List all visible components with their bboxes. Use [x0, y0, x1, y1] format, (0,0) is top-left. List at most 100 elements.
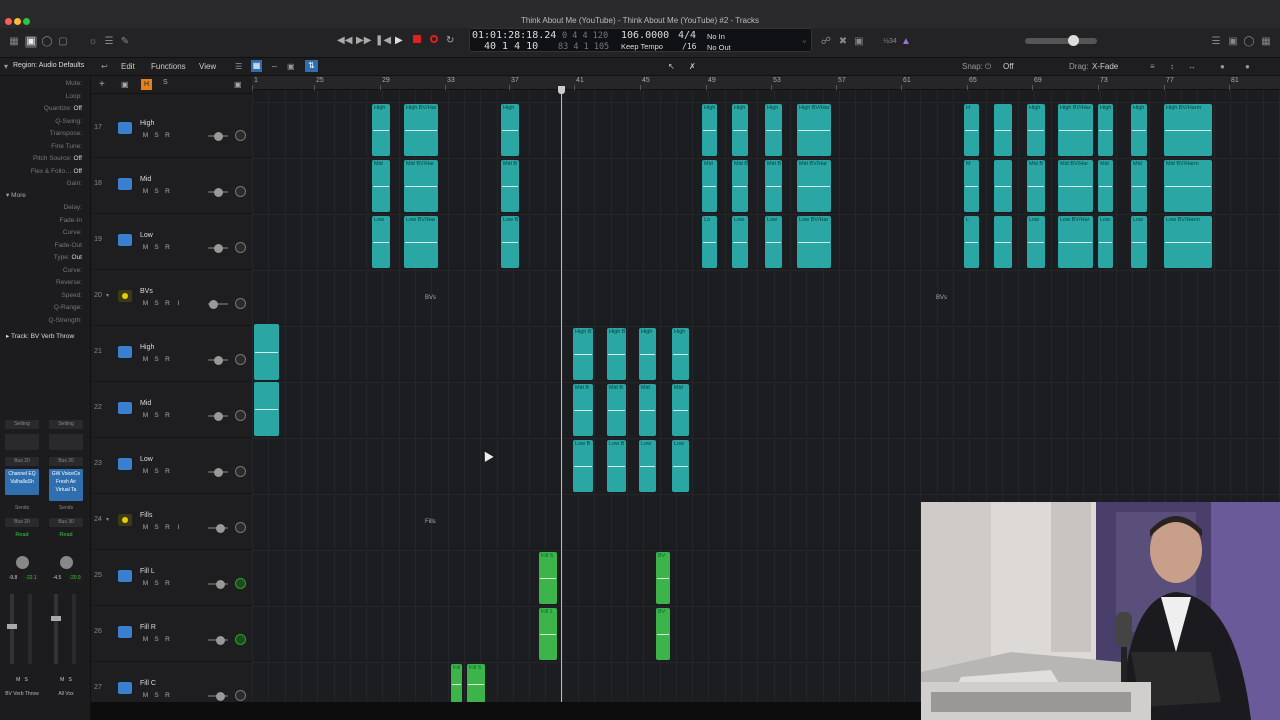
- lcd-signature[interactable]: 4/4: [678, 30, 696, 41]
- notepad-icon[interactable]: ▣: [1227, 36, 1239, 48]
- audio-region[interactable]: Low: [732, 216, 748, 268]
- rewind-button[interactable]: ◀◀: [337, 35, 352, 47]
- pan-knob[interactable]: [235, 242, 246, 253]
- solo-button[interactable]: S: [152, 412, 161, 420]
- smart-controls-icon[interactable]: ☼: [87, 36, 99, 48]
- audio-region[interactable]: High BV/Har: [404, 104, 438, 156]
- audio-region[interactable]: Mid: [639, 384, 656, 436]
- pan-knob[interactable]: [16, 556, 29, 569]
- marquee-tool-icon[interactable]: ✗: [689, 62, 696, 71]
- pan-knob[interactable]: [235, 186, 246, 197]
- audio-region[interactable]: Low: [765, 216, 782, 268]
- input-monitor-button[interactable]: I: [174, 524, 183, 532]
- audio-track-icon[interactable]: [118, 402, 132, 414]
- audio-region[interactable]: Mid B: [607, 384, 626, 436]
- audio-region[interactable]: Mid: [1131, 160, 1147, 212]
- audio-region[interactable]: High B: [573, 328, 593, 380]
- audio-region[interactable]: Low BV/Har: [404, 216, 438, 268]
- audio-track-icon[interactable]: [118, 178, 132, 190]
- audio-region[interactable]: [994, 160, 1012, 212]
- audio-track-icon[interactable]: [118, 682, 132, 694]
- mute-button[interactable]: M: [141, 132, 150, 140]
- eq-display[interactable]: [5, 434, 39, 450]
- track-header-audio[interactable]: 27 Fill C MSR: [91, 662, 252, 702]
- mute-button[interactable]: M: [141, 636, 150, 644]
- audio-region[interactable]: Mid B: [732, 160, 748, 212]
- more-disclosure[interactable]: ▾ More: [6, 191, 26, 199]
- volume-slider-knob[interactable]: [216, 692, 225, 701]
- audio-region[interactable]: High BV/Har: [797, 104, 831, 156]
- inspector-param[interactable]: Curve:: [63, 267, 82, 274]
- lcd-tempo[interactable]: 106.0000: [621, 30, 669, 41]
- mute-button[interactable]: M: [141, 244, 150, 252]
- bar-ruler[interactable]: 1 25 29 33 37 41 45 49 53 57 61 65 69 73 77 81: [252, 76, 1280, 90]
- inspector-param[interactable]: Fade-In: [60, 217, 82, 224]
- folder-icon[interactable]: [118, 514, 132, 526]
- cycle-button[interactable]: ↻: [446, 35, 454, 47]
- snap-power-icon[interactable]: ⏻: [985, 62, 991, 72]
- inspector-param[interactable]: Q-Range:: [54, 304, 82, 311]
- audio-region[interactable]: Low: [1131, 216, 1147, 268]
- loop-browser-icon[interactable]: ◯: [1243, 36, 1255, 48]
- audio-region[interactable]: [254, 382, 279, 436]
- hide-icon[interactable]: ▣: [287, 62, 295, 71]
- track-header-audio[interactable]: 23 Low M S R: [91, 438, 252, 494]
- audio-region[interactable]: High: [1131, 104, 1147, 156]
- quick-help-icon[interactable]: ◯: [41, 36, 53, 48]
- pan-knob[interactable]: [235, 634, 246, 645]
- zoom-slider-knob[interactable]: ●: [1220, 62, 1225, 71]
- flex-view-icon[interactable]: ▦: [251, 60, 262, 72]
- folder-icon[interactable]: [118, 290, 132, 302]
- output-slot[interactable]: Bus 30: [49, 518, 83, 527]
- playhead[interactable]: [561, 90, 562, 702]
- track-inspector-label[interactable]: ▸ Track: BV Verb Throw: [6, 332, 74, 340]
- solo-button[interactable]: S: [152, 636, 161, 644]
- functions-menu[interactable]: Functions: [151, 62, 186, 71]
- audio-region[interactable]: [994, 216, 1012, 268]
- volume-fader[interactable]: [10, 594, 14, 664]
- track-header-audio[interactable]: 18 Mid M S R: [91, 158, 252, 214]
- setting-button[interactable]: Setting: [5, 420, 39, 429]
- solo-button[interactable]: S: [152, 300, 161, 308]
- play-button[interactable]: ▶: [395, 35, 403, 47]
- snap-select[interactable]: Off: [1003, 62, 1014, 71]
- audio-region[interactable]: Mid: [672, 384, 689, 436]
- volume-slider-knob[interactable]: [214, 356, 223, 365]
- volume-slider-knob[interactable]: [209, 300, 218, 309]
- zoom-slider-knob-2[interactable]: ●: [1245, 62, 1250, 71]
- master-volume-knob[interactable]: [1068, 35, 1079, 46]
- mute-button[interactable]: M: [141, 188, 150, 196]
- duplicate-track-icon[interactable]: ▣: [121, 80, 129, 89]
- solo-button[interactable]: S: [152, 188, 161, 196]
- inspector-param[interactable]: Curve:: [63, 229, 82, 236]
- playhead-handle[interactable]: [558, 86, 565, 94]
- mute-button[interactable]: M: [141, 524, 150, 532]
- audio-region[interactable]: M: [964, 160, 979, 212]
- inspector-param[interactable]: Fine Tune:: [51, 143, 82, 150]
- audio-region[interactable]: L: [964, 216, 979, 268]
- pan-knob[interactable]: [235, 298, 246, 309]
- inspector-param[interactable]: Fade-Out: [55, 242, 82, 249]
- audio-region[interactable]: High: [702, 104, 717, 156]
- editors-icon[interactable]: ✎: [119, 36, 131, 48]
- track-header-folder[interactable]: 20 ▾ BVs M S R I: [91, 270, 252, 326]
- track-name[interactable]: Low: [140, 232, 153, 239]
- track-name[interactable]: High: [140, 120, 154, 127]
- solo-button[interactable]: S: [152, 524, 161, 532]
- audio-track-icon[interactable]: [118, 346, 132, 358]
- audio-region[interactable]: Mid BV/Har: [1058, 160, 1093, 212]
- mute-button[interactable]: M: [141, 300, 150, 308]
- lcd-tempo-mode[interactable]: Keep Tempo: [621, 42, 663, 51]
- volume-slider-knob[interactable]: [214, 244, 223, 253]
- record-enable-button[interactable]: R: [163, 188, 172, 196]
- solo-button[interactable]: S: [152, 692, 161, 700]
- inspector-collapse-icon[interactable]: ▾: [4, 62, 8, 71]
- lcd-chevron-icon[interactable]: ⌄: [802, 35, 807, 44]
- inspector-param[interactable]: Q-Strength:: [48, 317, 82, 324]
- metronome-icon[interactable]: ▲: [900, 36, 912, 48]
- audio-region[interactable]: High: [765, 104, 782, 156]
- inspector-param[interactable]: Speed:: [61, 292, 82, 299]
- track-header-audio[interactable]: 22 Mid M S R: [91, 382, 252, 438]
- mute-button[interactable]: M: [141, 412, 150, 420]
- inspector-param[interactable]: Pitch Source: Off: [33, 155, 82, 162]
